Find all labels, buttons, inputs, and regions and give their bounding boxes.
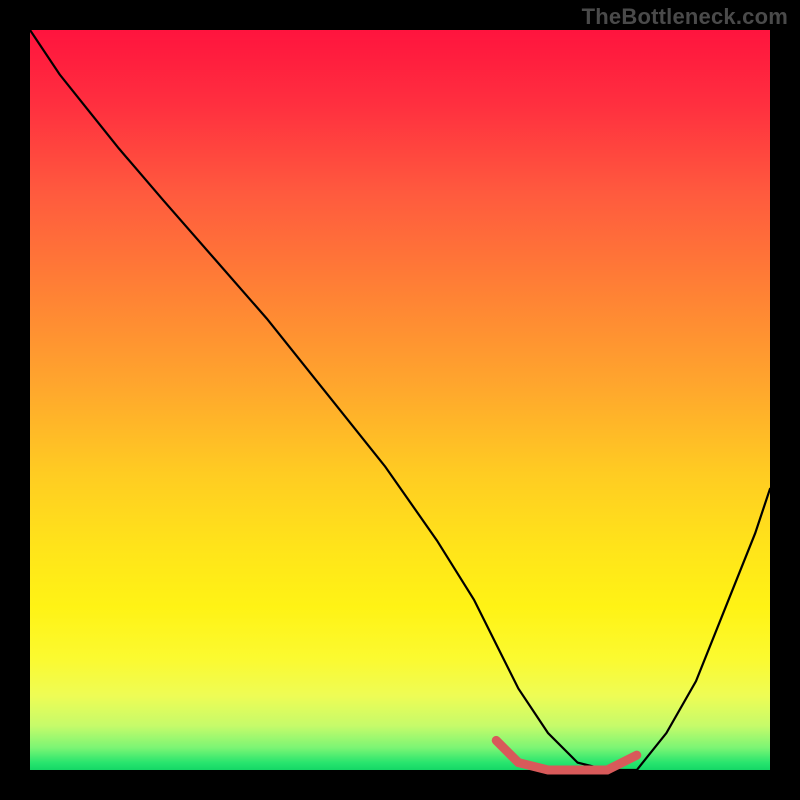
min-highlight <box>496 740 637 770</box>
curve-svg <box>30 30 770 770</box>
chart-frame: TheBottleneck.com <box>0 0 800 800</box>
bottleneck-curve <box>30 30 770 770</box>
watermark-text: TheBottleneck.com <box>582 4 788 30</box>
plot-area <box>30 30 770 770</box>
